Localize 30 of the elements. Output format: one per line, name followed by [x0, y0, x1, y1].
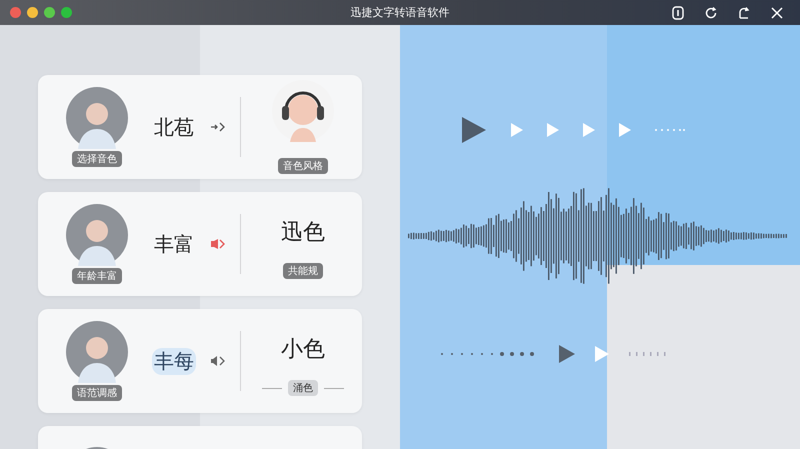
- speaker-icon: [210, 237, 226, 251]
- play-icon[interactable]: [618, 122, 632, 138]
- speaker-icon: [210, 354, 226, 368]
- style-label: 涌色: [288, 380, 318, 396]
- voice-label: 年龄丰富: [72, 268, 122, 284]
- refresh-icon[interactable]: [704, 6, 718, 20]
- voice-text: 丰富: [153, 230, 195, 258]
- avatar-silhouette: [66, 204, 128, 266]
- voice-text: 北苞: [153, 114, 195, 140]
- target-text: 迅色: [280, 219, 326, 247]
- window-control-button[interactable]: [44, 7, 55, 18]
- window-control-button[interactable]: [27, 7, 38, 18]
- dots-icon: [628, 351, 668, 357]
- rotate-icon[interactable]: [737, 6, 751, 20]
- play-icon[interactable]: [558, 344, 576, 364]
- voice-text: 丰每: [152, 348, 196, 374]
- window-control-button[interactable]: [10, 7, 21, 18]
- avatar-silhouette: [66, 87, 128, 149]
- window-control-button[interactable]: [61, 7, 72, 18]
- window-title: 迅捷文字转语音软件: [350, 5, 450, 20]
- target-text: 小色: [280, 336, 326, 364]
- voice-label: 语范调感: [72, 385, 122, 401]
- style-label: 音色风格: [278, 158, 328, 174]
- dots-icon: [654, 128, 686, 132]
- style-label: 共能规: [283, 263, 323, 279]
- voice-label: 选择音色: [72, 151, 122, 167]
- close-icon[interactable]: [770, 6, 784, 20]
- arrow-icon: [210, 120, 226, 134]
- avatar-silhouette: [66, 321, 128, 383]
- info-icon[interactable]: [671, 6, 685, 20]
